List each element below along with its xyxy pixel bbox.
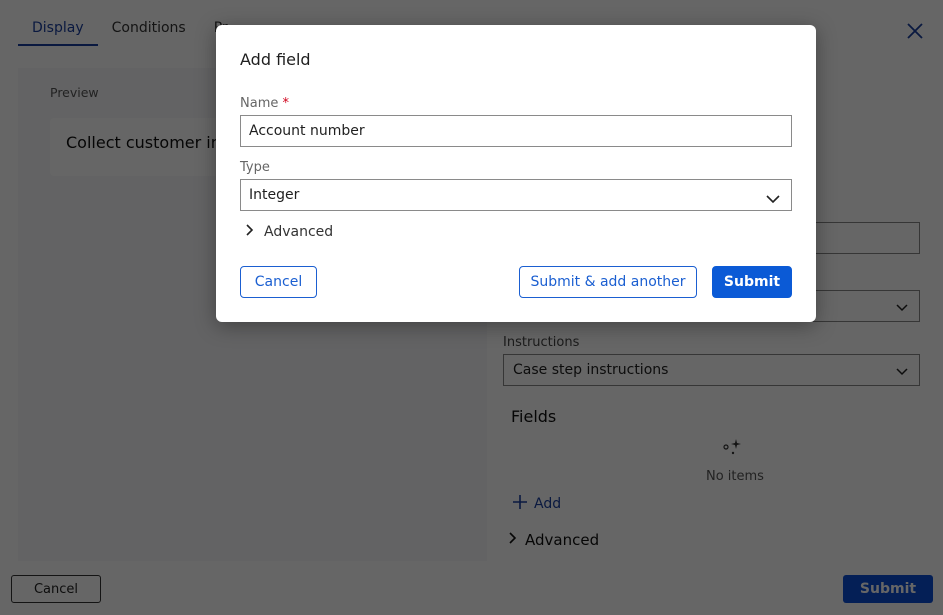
type-select-value: Integer (249, 187, 300, 203)
dialog-title: Add field (240, 50, 311, 69)
chevron-right-icon (244, 223, 254, 241)
name-label-text: Name (240, 96, 279, 111)
required-marker: * (282, 96, 290, 111)
add-field-dialog: Add field Name * Type Integer Advanced C… (216, 25, 816, 322)
chevron-down-icon (765, 190, 781, 209)
cancel-button[interactable]: Cancel (240, 266, 317, 298)
advanced-label: Advanced (264, 224, 334, 240)
type-label: Type (240, 160, 270, 175)
submit-and-add-another-button[interactable]: Submit & add another (519, 266, 697, 298)
name-input[interactable] (240, 115, 792, 147)
name-label: Name * (240, 96, 289, 111)
submit-button[interactable]: Submit (712, 266, 792, 298)
dialog-advanced-toggle[interactable]: Advanced (244, 223, 333, 241)
type-select[interactable]: Integer (240, 179, 792, 211)
